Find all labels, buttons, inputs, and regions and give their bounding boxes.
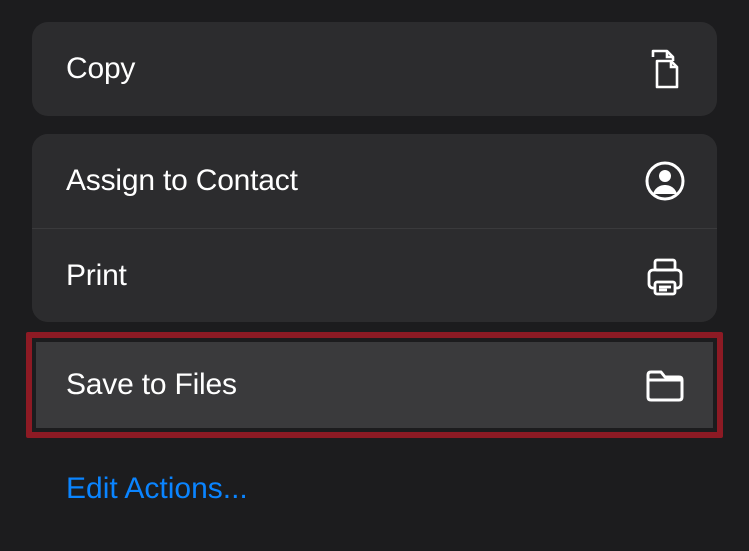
folder-icon	[643, 363, 687, 407]
footer: Edit Actions...	[32, 466, 717, 506]
assign-contact-label: Assign to Contact	[66, 164, 298, 198]
save-files-highlight: Save to Files	[26, 332, 723, 438]
copy-row[interactable]: Copy	[32, 22, 717, 116]
action-group-secondary: Assign to Contact Print	[32, 134, 717, 322]
print-label: Print	[66, 259, 127, 293]
save-files-row[interactable]: Save to Files	[36, 342, 713, 428]
print-icon	[643, 254, 687, 298]
contact-icon	[643, 159, 687, 203]
copy-icon	[643, 47, 687, 91]
print-row[interactable]: Print	[32, 228, 717, 322]
action-group-copy: Copy	[32, 22, 717, 116]
edit-actions-link[interactable]: Edit Actions...	[66, 472, 248, 505]
save-files-label: Save to Files	[66, 368, 237, 402]
copy-label: Copy	[66, 52, 135, 86]
assign-contact-row[interactable]: Assign to Contact	[32, 134, 717, 228]
